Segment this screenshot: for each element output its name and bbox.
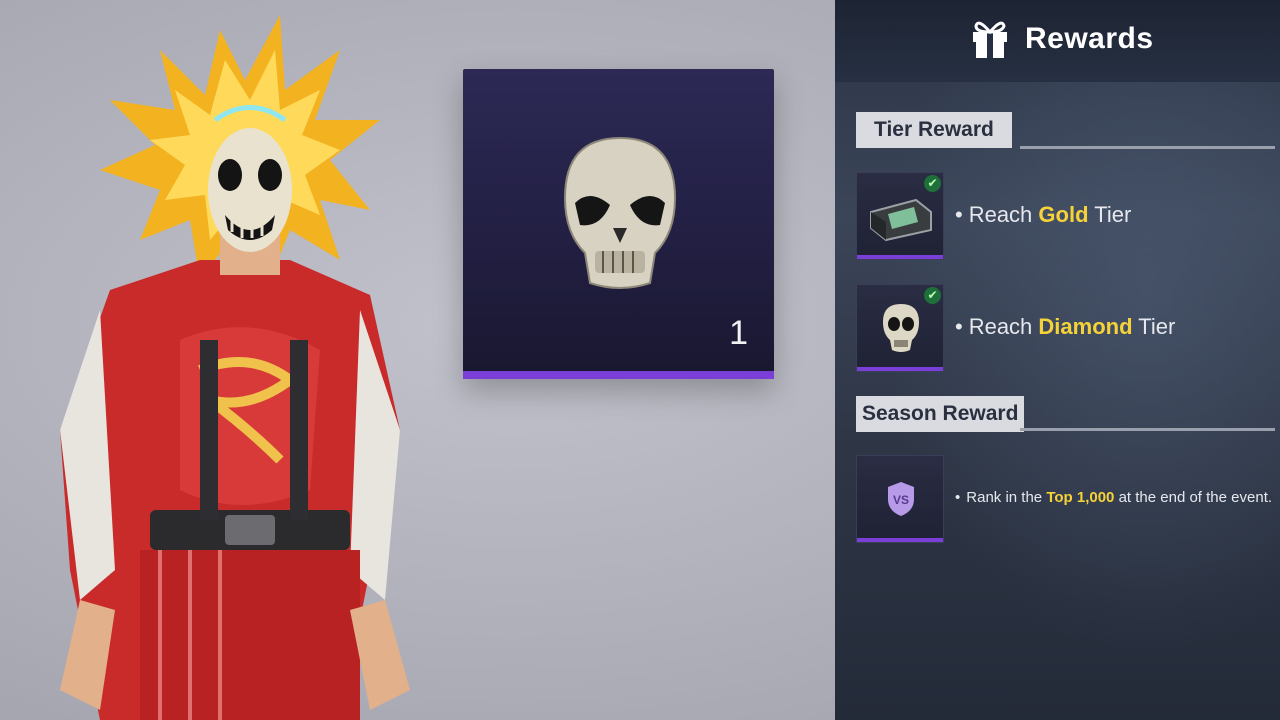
reward-prefix: Reach	[968, 314, 1039, 339]
skull-mask-icon	[883, 304, 919, 352]
bullet: •	[955, 314, 963, 339]
slot-rarity-bar	[857, 538, 943, 542]
section-divider	[1020, 146, 1275, 149]
item-quantity: 1	[729, 314, 748, 352]
reward-slot-gold[interactable]: ✔	[856, 172, 944, 260]
claimed-check-icon: ✔	[924, 175, 941, 192]
reward-suffix: Tier	[1088, 202, 1132, 227]
reward-slot-season[interactable]: VS	[856, 455, 944, 543]
slot-rarity-bar	[857, 255, 943, 259]
bullet: •	[955, 202, 963, 227]
reward-text-diamond: • Reach Diamond Tier	[955, 314, 1175, 340]
reward-text-season: • Rank in the Top 1,000 at the end of the…	[955, 489, 1272, 506]
vs-badge-icon: VS	[888, 482, 914, 516]
crate-icon	[870, 198, 932, 242]
slot-rarity-bar	[857, 367, 943, 371]
season-reward-tab: Season Reward	[856, 396, 1025, 432]
gift-icon	[973, 21, 1007, 58]
section-divider	[1020, 428, 1275, 431]
svg-text:VS: VS	[893, 493, 909, 507]
rewards-title: Rewards	[1025, 22, 1154, 55]
tier-reward-tab: Tier Reward	[856, 112, 1012, 148]
reward-prefix: Rank in the	[966, 489, 1047, 506]
torso	[60, 260, 410, 720]
character-preview	[60, 15, 410, 720]
skull-mask-icon	[563, 136, 677, 289]
claimed-check-icon: ✔	[924, 287, 941, 304]
reward-suffix: Tier	[1132, 314, 1176, 339]
reward-prefix: Reach	[968, 202, 1039, 227]
rarity-bar	[463, 371, 774, 379]
tier-name-gold: Gold	[1038, 202, 1089, 227]
reward-slot-diamond[interactable]: ✔	[856, 284, 944, 372]
rewards-header: Rewards	[835, 0, 1280, 82]
tier-name-diamond: Diamond	[1038, 314, 1133, 339]
reward-suffix: at the end of the event.	[1114, 489, 1273, 506]
reward-text-gold: • Reach Gold Tier	[955, 202, 1131, 228]
item-preview-card[interactable]: 1	[463, 69, 774, 379]
rank-highlight: Top 1,000	[1046, 489, 1115, 506]
bullet: •	[955, 489, 961, 506]
rewards-panel: Rewards Tier Reward ✔ • Reach Gold Tier ✔…	[835, 0, 1280, 720]
